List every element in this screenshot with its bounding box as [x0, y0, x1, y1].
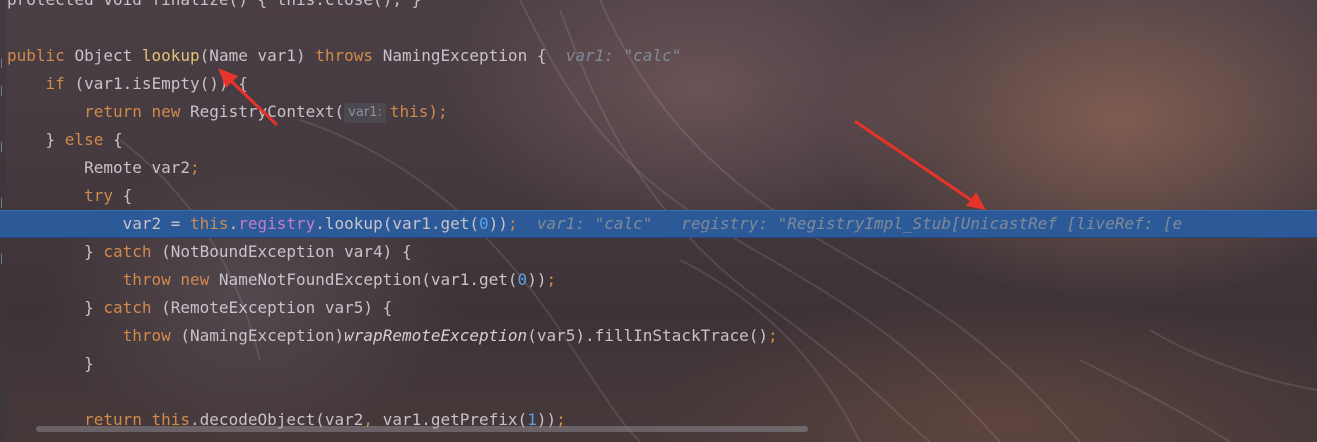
fold-marker[interactable] [1, 198, 6, 208]
code-token: ); [428, 102, 448, 121]
code-token: Object [74, 46, 142, 65]
code-line[interactable] [7, 14, 1317, 42]
code-token: } [7, 298, 104, 317]
code-token: 0 [517, 270, 528, 289]
code-token: . [228, 214, 239, 233]
code-line[interactable]: throw new NameNotFoundException(var1.get… [7, 266, 1317, 294]
code-token: (var5).fillInStackTrace() [527, 326, 769, 345]
code-token: (NamingException) [180, 326, 345, 345]
code-token: } [7, 242, 104, 261]
code-token: protected void finalize() { this.close()… [7, 0, 421, 9]
code-token: (NotBoundException var4) { [161, 242, 412, 261]
code-token: this [389, 102, 429, 121]
fold-marker[interactable] [1, 254, 6, 264]
code-token: this [190, 214, 229, 233]
code-token: RegistryContext( [190, 102, 345, 121]
code-token: var2 = [7, 214, 191, 233]
code-token: 0 [479, 214, 489, 233]
code-token: throw [7, 326, 181, 345]
code-line[interactable]: throw (NamingException)wrapRemoteExcepti… [7, 322, 1317, 350]
code-line[interactable]: } catch (RemoteException var5) { [7, 294, 1317, 322]
code-token: ; [190, 158, 200, 177]
code-line[interactable]: if (var1.isEmpty()) { [7, 70, 1317, 98]
code-line[interactable]: } [7, 350, 1317, 378]
code-token: )) [488, 214, 508, 233]
code-line[interactable]: } catch (NotBoundException var4) { [7, 238, 1317, 266]
inline-debug-value: var1: "calc" registry: "RegistryImpl_Stu… [517, 214, 1183, 233]
current-execution-line[interactable]: var2 = this.registry.lookup(var1.get(0))… [0, 210, 1317, 238]
code-token: NameNotFoundException(var1.get( [218, 270, 518, 289]
code-line[interactable]: } else { [7, 126, 1317, 154]
code-token: { [122, 186, 133, 205]
code-token: throws [315, 46, 383, 65]
code-line[interactable]: public Object lookup(Name var1) throws N… [7, 42, 1317, 70]
code-token: throw new [7, 270, 219, 289]
code-line[interactable]: return new RegistryContext(var1: this); [7, 98, 1317, 126]
code-token: if [7, 74, 75, 93]
code-token: } [7, 130, 65, 149]
code-token: ; [546, 270, 557, 289]
code-line[interactable] [7, 378, 1317, 406]
code-token: try [7, 186, 123, 205]
code-token: ; [768, 326, 778, 345]
horizontal-scrollbar[interactable] [36, 426, 808, 432]
code-token: ; [507, 214, 518, 233]
parameter-name-hint: var1: [344, 103, 386, 123]
code-token: .lookup(var1.get( [315, 214, 480, 233]
code-token: else [64, 130, 113, 149]
code-line[interactable]: try { [7, 182, 1317, 210]
code-line[interactable]: Remote var2; [7, 154, 1317, 182]
code-token: )) [527, 270, 547, 289]
code-token: registry [238, 214, 316, 233]
code-token: return new [7, 102, 191, 121]
code-token: catch [103, 242, 162, 261]
code-token: (var1.isEmpty()) { [74, 74, 248, 93]
code-token: lookup [141, 46, 200, 65]
code-token: Remote var2 [7, 158, 191, 177]
inline-debug-value: var1: "calc" [565, 46, 682, 65]
code-token: public [7, 46, 75, 65]
fold-marker[interactable] [1, 142, 6, 152]
code-token: wrapRemoteException [344, 326, 528, 345]
code-token: (Name var1) [199, 46, 316, 65]
code-token: { [112, 130, 123, 149]
code-token: catch [103, 298, 162, 317]
code-token: NamingException { [382, 46, 566, 65]
code-line[interactable]: protected void finalize() { this.close()… [7, 0, 1317, 14]
fold-marker[interactable] [1, 86, 6, 96]
code-token: } [7, 354, 94, 373]
fold-marker[interactable] [1, 58, 6, 68]
code-token: (RemoteException var5) { [161, 298, 393, 317]
